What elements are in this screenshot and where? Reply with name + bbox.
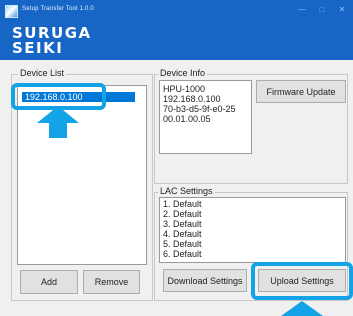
upload-button-highlight [251, 262, 353, 300]
download-settings-button[interactable]: Download Settings [163, 269, 247, 292]
device-info-box: HPU-1000 192.168.0.100 70-b3-d5-9f-e0-25… [159, 80, 252, 154]
logo-text-line2: SEIKI [12, 39, 64, 57]
close-button[interactable]: ✕ [334, 3, 350, 17]
lac-setting-item[interactable]: 3. Default [160, 219, 345, 229]
add-button[interactable]: Add [20, 270, 78, 294]
lac-setting-item[interactable]: 4. Default [160, 229, 345, 239]
lac-setting-item[interactable]: 2. Default [160, 209, 345, 219]
maximize-button[interactable]: □ [314, 3, 330, 17]
window-title: Setup Transfer Tool 1.0.0 [22, 6, 94, 12]
lac-setting-item[interactable]: 5. Default [160, 239, 345, 249]
device-info-line: 70-b3-d5-9f-e0-25 [163, 104, 236, 114]
device-info-label: Device Info [158, 68, 208, 78]
device-info-line: 00.01.00.05 [163, 114, 211, 124]
lac-settings-list[interactable]: 1. Default 2. Default 3. Default 4. Defa… [159, 197, 346, 263]
arrow-up-icon [37, 106, 79, 138]
app-icon [5, 5, 18, 18]
title-bar: Setup Transfer Tool 1.0.0 — □ ✕ [0, 0, 353, 22]
minimize-button[interactable]: — [294, 3, 310, 17]
device-info-line: 192.168.0.100 [163, 94, 221, 104]
lac-setting-item[interactable]: 1. Default [160, 199, 345, 209]
remove-button[interactable]: Remove [83, 270, 140, 294]
app-window: Setup Transfer Tool 1.0.0 — □ ✕ SURUGA S… [0, 0, 353, 316]
device-info-line: HPU-1000 [163, 84, 206, 94]
arrow-up-icon [281, 301, 323, 316]
firmware-update-button[interactable]: Firmware Update [256, 80, 346, 103]
logo-header: SURUGA SEIKI [0, 22, 353, 60]
device-list-label: Device List [18, 68, 67, 78]
lac-settings-label: LAC Settings [158, 186, 215, 196]
lac-setting-item[interactable]: 6. Default [160, 249, 345, 259]
